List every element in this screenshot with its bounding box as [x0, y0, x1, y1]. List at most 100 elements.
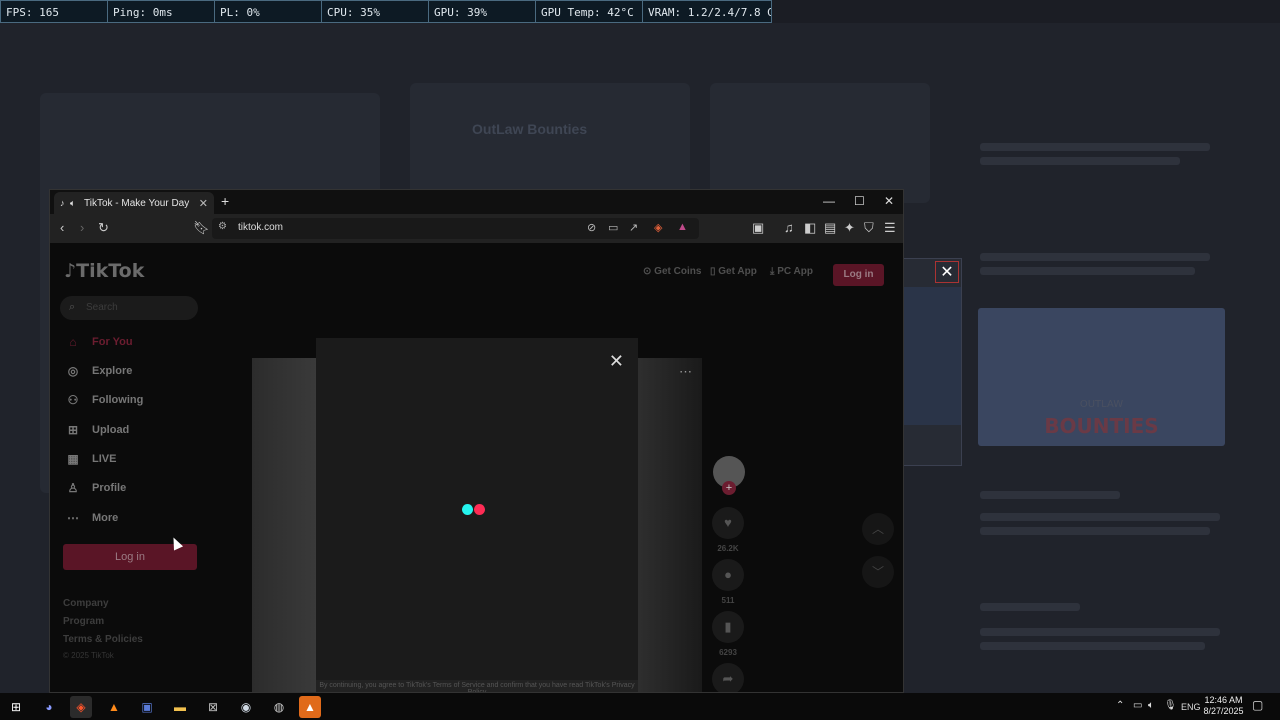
bookmark-icon[interactable]: 🔖︎	[193, 220, 210, 236]
file-explorer-icon[interactable]: ▬	[169, 696, 191, 718]
like-button[interactable]: ♥	[712, 507, 744, 539]
performance-overlay: FPS: 165 Ping: 0ms PL: 0% CPU: 35% GPU: …	[0, 0, 772, 23]
background-card: OutLaw Bounties	[410, 83, 690, 203]
back-icon[interactable]: ‹	[60, 220, 64, 235]
obs-icon[interactable]: ◍	[268, 696, 290, 718]
nav-following[interactable]: ⚇ Following	[64, 391, 144, 409]
nav-explore[interactable]: ◎ Explore	[64, 362, 133, 380]
app-b-icon[interactable]: ▣	[136, 696, 158, 718]
follow-plus-icon[interactable]: +	[722, 481, 736, 495]
minimize-icon[interactable]: —	[823, 194, 835, 208]
sidebar-icon[interactable]: ◧	[804, 220, 816, 236]
background-text-line	[980, 267, 1195, 275]
media-off-icon[interactable]: ⊘	[587, 221, 596, 234]
get-app-button[interactable]: ▯ Get App	[710, 266, 757, 277]
pc-app-button[interactable]: ⤓ PC App	[770, 266, 813, 277]
share-button[interactable]: ➦	[712, 663, 744, 692]
brave-shields-icon[interactable]: ◈	[654, 221, 662, 234]
background-image-subtitle: OUTLAW	[1079, 399, 1124, 410]
nav-profile[interactable]: ♙ Profile	[64, 479, 127, 497]
background-app-nav	[0, 23, 1280, 68]
forward-icon[interactable]: ›	[80, 220, 84, 235]
background-card-title: OutLaw Bounties	[472, 121, 588, 137]
header-login-button[interactable]: Log in	[833, 264, 884, 286]
get-app-label: Get App	[718, 266, 757, 277]
vpn-icon[interactable]: ⛉	[864, 220, 874, 236]
ping-readout: Ping: 0ms	[108, 1, 215, 22]
footer-company-link[interactable]: Company	[63, 598, 109, 609]
reader-mode-icon[interactable]: ▣	[752, 220, 764, 236]
bookmark-save-icon: ▮	[724, 619, 732, 634]
get-coins-button[interactable]: ⊙ Get Coins	[643, 266, 701, 277]
steam-icon[interactable]: ◉	[235, 696, 257, 718]
search-placeholder: Search	[86, 302, 118, 313]
nav-label: Explore	[92, 365, 133, 377]
tiktok-logo-text: TikTok	[76, 260, 145, 282]
nav-live[interactable]: ▦ LIVE	[64, 450, 116, 468]
next-video-button[interactable]: ﹀	[862, 556, 894, 588]
reload-icon[interactable]: ↻	[98, 220, 109, 236]
speaker-icon[interactable]: 🔈︎	[70, 198, 80, 209]
dialog-close-icon[interactable]: ✕	[935, 261, 959, 283]
taskbar: ⊞ ◕ ◈ ▲ ▣ ▬ ⊠ ◉ ◍ ▲ ⌃ ▭ 🔈︎ 🎙︎ ENG 12:46 …	[0, 693, 1280, 720]
dialog-body	[901, 287, 961, 425]
gpu-temp-readout: GPU Temp: 42°C	[536, 1, 643, 22]
upload-icon: ⊞	[67, 423, 79, 437]
save-count: 6293	[719, 648, 737, 657]
volume-icon[interactable]: 🔈︎	[1148, 700, 1154, 711]
close-window-icon[interactable]: ✕	[884, 194, 894, 208]
url-text[interactable]: tiktok.com	[238, 222, 283, 233]
leo-ai-icon[interactable]: ✦	[844, 220, 855, 236]
cast-icon[interactable]: ▭	[608, 221, 618, 234]
nav-upload[interactable]: ⊞ Upload	[64, 421, 129, 439]
nav-more[interactable]: ⋯ More	[64, 509, 118, 527]
tiktok-page: ♪TikTok ⌕ Search ⌂ For You ◎ Explore ⚇ F…	[50, 243, 903, 692]
like-count: 26.2K	[717, 544, 739, 553]
heart-icon: ♥	[724, 515, 732, 530]
background-text-line	[980, 253, 1210, 261]
microphone-icon[interactable]: 🎙︎	[1164, 700, 1177, 711]
brave-rewards-icon[interactable]: ▲	[677, 221, 688, 233]
save-button[interactable]: ▮	[712, 611, 744, 643]
tab-tiktok[interactable]: ♪ 🔈︎ TikTok - Make Your Day ✕	[54, 192, 214, 214]
tiktok-logo[interactable]: ♪TikTok	[64, 260, 144, 282]
background-post-image: OUTLAW BOUNTIES	[978, 308, 1225, 446]
packet-loss-readout: PL: 0%	[215, 1, 322, 22]
nav-label: More	[92, 512, 119, 524]
address-bar[interactable]: ⚙ tiktok.com ⊘ ▭ ↗ ◈ ▲	[212, 218, 699, 239]
background-text-line	[980, 642, 1205, 650]
nav-label: For You	[92, 336, 133, 348]
app-a-icon[interactable]: ▲	[103, 696, 125, 718]
modal-close-icon[interactable]: ✕	[609, 351, 624, 372]
footer-program-link[interactable]: Program	[63, 616, 104, 627]
new-tab-button[interactable]: +	[221, 193, 229, 209]
share-arrow-icon: ➦	[722, 671, 734, 686]
menu-icon[interactable]: ☰	[884, 220, 896, 236]
maximize-icon[interactable]: ☐	[854, 194, 865, 208]
site-info-icon[interactable]: ⚙	[218, 221, 227, 232]
notifications-icon[interactable]: ▢	[1252, 698, 1263, 712]
tray-overflow-icon[interactable]: ⌃	[1116, 700, 1124, 711]
windows-start-icon[interactable]: ⊞	[5, 696, 27, 718]
gpu-readout: GPU: 39%	[429, 1, 536, 22]
wallet-icon[interactable]: ▤	[824, 220, 836, 236]
clock-time: 12:46 AM	[1204, 695, 1243, 705]
discord-icon[interactable]: ◕	[38, 696, 60, 718]
footer-terms-link[interactable]: Terms & Policies	[63, 634, 143, 645]
previous-video-button[interactable]: ︿	[862, 513, 894, 545]
cpu-readout: CPU: 35%	[322, 1, 429, 22]
search-icon: ⌕	[69, 301, 76, 313]
network-icon[interactable]: ▭	[1133, 700, 1142, 711]
search-input[interactable]: ⌕ Search	[60, 296, 198, 320]
app-c-icon[interactable]: ▲	[299, 696, 321, 718]
close-tab-icon[interactable]: ✕	[199, 197, 208, 210]
terminal-icon[interactable]: ⊠	[202, 696, 224, 718]
nav-for-you[interactable]: ⌂ For You	[64, 333, 133, 351]
comment-button[interactable]: ●	[712, 559, 744, 591]
system-clock[interactable]: 12:46 AM 8/27/2025	[1196, 695, 1251, 717]
background-text-line	[980, 628, 1220, 636]
video-options-icon[interactable]: ⋯	[679, 364, 692, 380]
brave-browser-icon[interactable]: ◈	[70, 696, 92, 718]
playlist-icon[interactable]: ♫	[784, 220, 794, 235]
share-icon[interactable]: ↗	[629, 221, 638, 234]
